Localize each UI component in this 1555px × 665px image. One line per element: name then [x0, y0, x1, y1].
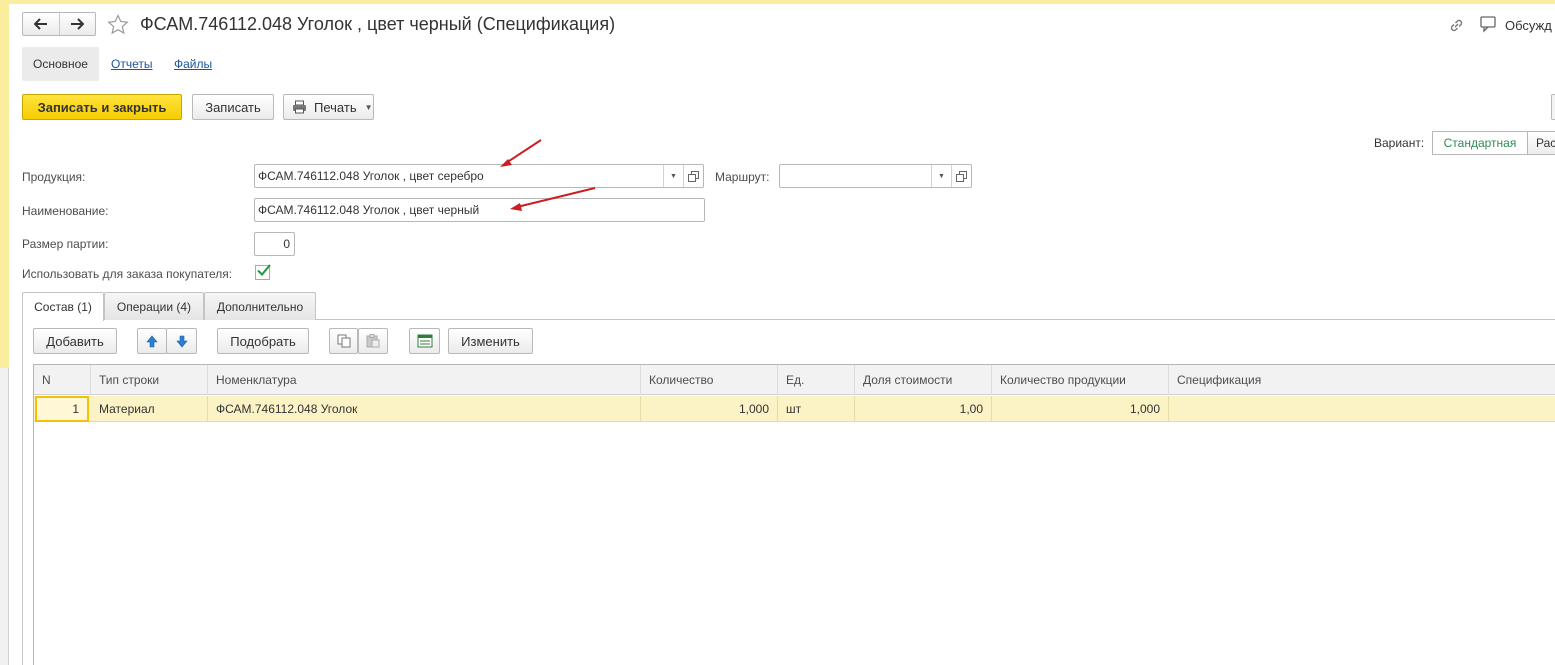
save-button[interactable]: Записать	[192, 94, 274, 120]
column-header-row-type[interactable]: Тип строки	[91, 365, 208, 395]
print-label: Печать	[314, 99, 357, 115]
table-settings-button[interactable]	[409, 328, 440, 354]
batch-size-value: 0	[283, 237, 290, 251]
batch-size-label: Размер партии:	[22, 237, 109, 251]
more-actions-button[interactable]	[1551, 94, 1555, 120]
product-field[interactable]: ФСАМ.746112.048 Уголок , цвет серебро ▼	[254, 164, 704, 188]
discuss-icon[interactable]	[1480, 16, 1499, 33]
name-value: ФСАМ.746112.048 Уголок , цвет черный	[258, 203, 480, 217]
column-header-n[interactable]: N	[34, 365, 91, 395]
route-open-button[interactable]	[951, 165, 971, 187]
add-row-button[interactable]: Добавить	[33, 328, 117, 354]
cell-nomenclature[interactable]: ФСАМ.746112.048 Уголок	[208, 396, 641, 422]
variant-label: Вариант:	[1374, 136, 1425, 150]
cell-n[interactable]: 1	[35, 396, 89, 422]
nav-tab-main[interactable]: Основное	[22, 47, 99, 81]
open-form-icon	[688, 170, 699, 182]
nav-tab-files[interactable]: Файлы	[174, 57, 212, 71]
open-form-icon	[956, 170, 967, 182]
batch-size-field[interactable]: 0	[254, 232, 295, 256]
paste-icon	[366, 334, 380, 348]
product-dropdown-button[interactable]: ▼	[663, 165, 683, 187]
pick-button[interactable]: Подобрать	[217, 328, 309, 354]
tab-panel-border	[22, 319, 23, 665]
save-and-close-button[interactable]: Записать и закрыть	[22, 94, 182, 120]
cell-product-quantity[interactable]: 1,000	[992, 396, 1169, 422]
column-header-cost-share[interactable]: Доля стоимости	[855, 365, 992, 395]
tab-operations[interactable]: Операции (4)	[104, 292, 204, 320]
forward-button[interactable]	[60, 13, 96, 35]
print-button[interactable]: Печать ▼	[283, 94, 374, 120]
paste-button[interactable]	[358, 328, 388, 354]
tab-additional[interactable]: Дополнительно	[204, 292, 316, 320]
favorite-star-icon[interactable]	[107, 14, 129, 35]
chevron-down-icon: ▼	[364, 102, 373, 112]
window-top-border	[0, 0, 1555, 4]
product-label: Продукция:	[22, 170, 86, 184]
table-row[interactable]: 1 Материал ФСАМ.746112.048 Уголок 1,000 …	[34, 396, 1555, 422]
history-nav-group	[22, 12, 96, 36]
composition-table: N Тип строки Номенклатура Количество Ед.…	[33, 364, 1555, 665]
cell-quantity[interactable]: 1,000	[641, 396, 778, 422]
copy-button[interactable]	[329, 328, 358, 354]
checkmark-icon	[257, 264, 271, 276]
chevron-down-icon: ▼	[670, 172, 677, 180]
table-header: N Тип строки Номенклатура Количество Ед.…	[34, 365, 1555, 395]
arrow-right-icon	[71, 18, 85, 30]
variant-option-second[interactable]: Рас	[1528, 131, 1555, 155]
move-up-button[interactable]	[137, 328, 167, 354]
use-for-order-checkbox[interactable]	[255, 264, 271, 280]
table-form-icon	[417, 334, 432, 348]
copy-icon	[337, 334, 350, 348]
chevron-down-icon: ▼	[938, 172, 945, 180]
tab-composition[interactable]: Состав (1)	[22, 292, 104, 321]
arrow-down-icon	[175, 335, 188, 347]
column-header-specification[interactable]: Спецификация	[1169, 365, 1555, 395]
change-button[interactable]: Изменить	[448, 328, 533, 354]
nav-tab-reports[interactable]: Отчеты	[111, 57, 152, 71]
discuss-label[interactable]: Обсужд	[1505, 18, 1552, 33]
cell-cost-share[interactable]: 1,00	[855, 396, 992, 422]
cell-specification[interactable]	[1169, 396, 1555, 422]
route-dropdown-button[interactable]: ▼	[931, 165, 951, 187]
name-label: Наименование:	[22, 204, 109, 218]
cell-unit[interactable]: шт	[778, 396, 855, 422]
column-header-quantity[interactable]: Количество	[641, 365, 778, 395]
column-header-product-quantity[interactable]: Количество продукции	[992, 365, 1169, 395]
product-value: ФСАМ.746112.048 Уголок , цвет серебро	[258, 169, 484, 183]
window-left-scroll-area	[0, 368, 9, 665]
name-field[interactable]: ФСАМ.746112.048 Уголок , цвет черный	[254, 198, 705, 222]
annotation-arrows	[500, 139, 596, 211]
product-open-button[interactable]	[683, 165, 703, 187]
arrow-up-icon	[146, 335, 158, 347]
route-field[interactable]: ▼	[779, 164, 972, 188]
variant-option-standard[interactable]: Стандартная	[1432, 131, 1528, 155]
printer-icon	[293, 100, 306, 114]
arrow-left-icon	[33, 18, 47, 30]
page-title: ФСАМ.746112.048 Уголок , цвет черный (Сп…	[140, 14, 616, 34]
column-header-unit[interactable]: Ед.	[778, 365, 855, 395]
move-down-button[interactable]	[166, 328, 197, 354]
route-label: Маршрут:	[715, 170, 770, 184]
link-icon[interactable]	[1448, 17, 1465, 34]
cell-row-type[interactable]: Материал	[91, 396, 208, 422]
use-for-order-label: Использовать для заказа покупателя:	[22, 267, 233, 281]
back-button[interactable]	[23, 13, 60, 35]
column-header-nomenclature[interactable]: Номенклатура	[208, 365, 641, 395]
